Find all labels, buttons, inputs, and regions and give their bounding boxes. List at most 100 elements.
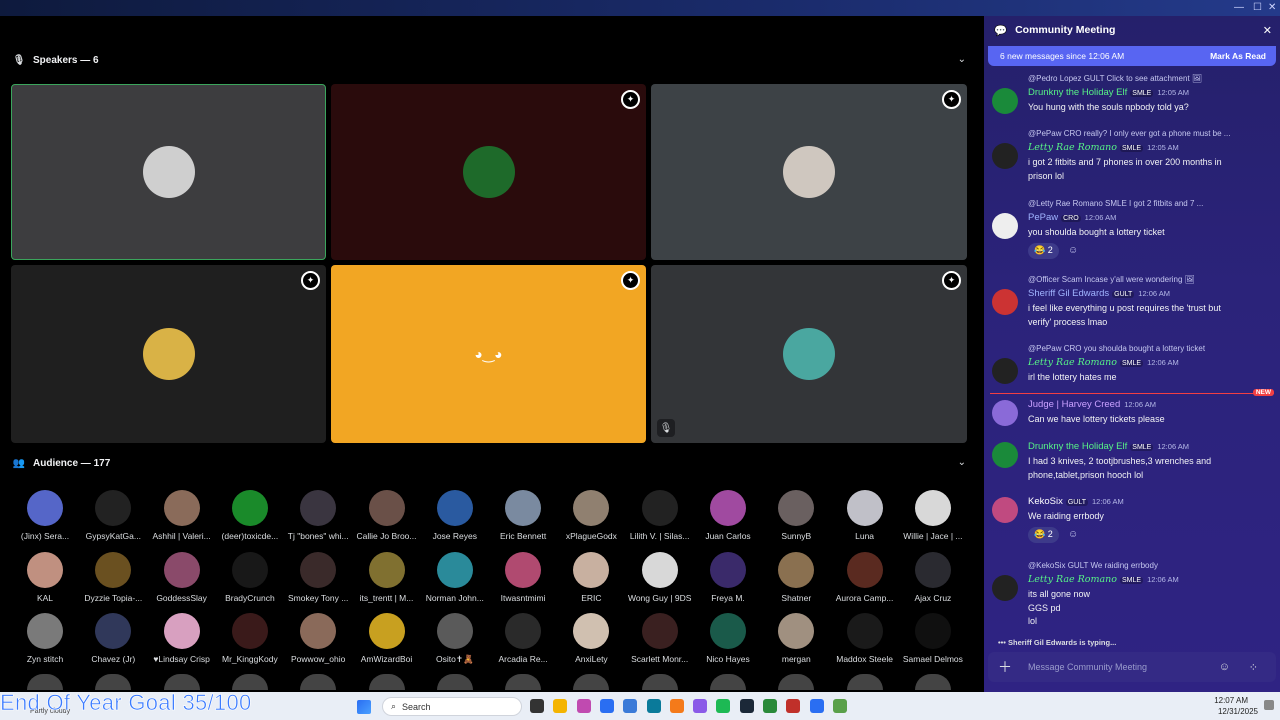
- taskbar-app-icon[interactable]: [599, 699, 614, 713]
- avatar[interactable]: [914, 674, 951, 690]
- audience-member[interactable]: Zyn stitch: [11, 613, 79, 664]
- audience-member[interactable]: Smokey Tony ...: [284, 551, 352, 603]
- author-name[interactable]: Judge | Harvey Creed: [1028, 399, 1120, 410]
- audience-member[interactable]: Nico Hayes: [694, 613, 762, 664]
- audience-header[interactable]: 👥 Audience — 177: [12, 453, 111, 473]
- speaker-tile[interactable]: ✦: [331, 84, 646, 260]
- taskbar-app-icon[interactable]: [739, 699, 754, 713]
- audience-member[interactable]: Wong Guy | 9DS: [626, 551, 694, 603]
- chevron-down-icon[interactable]: ⌄: [958, 54, 966, 65]
- avatar[interactable]: [992, 497, 1018, 523]
- avatar[interactable]: [95, 674, 132, 690]
- avatar[interactable]: [992, 88, 1018, 114]
- audience-member[interactable]: Osito✝🧸: [421, 613, 489, 665]
- audience-member[interactable]: Jose Reyes: [421, 490, 489, 541]
- audience-member[interactable]: GypsyKatGa...: [79, 490, 147, 541]
- author-name[interactable]: Letty Rae Romano: [1028, 357, 1117, 368]
- stream-options-icon[interactable]: ✦: [301, 271, 320, 290]
- message-input[interactable]: Message Community Meeting: [1028, 662, 1147, 672]
- audience-member[interactable]: Tj "bones" whi...: [284, 490, 352, 541]
- message-author[interactable]: Judge | Harvey Creed 12:06 AM: [1028, 399, 1156, 410]
- audience-member[interactable]: AmWizardBoi: [353, 613, 421, 664]
- speakers-header[interactable]: 🎙 Speakers — 6: [12, 50, 99, 70]
- reaction-pill[interactable]: 😂 2: [1028, 242, 1059, 259]
- taskbar-app-icon[interactable]: [553, 699, 568, 713]
- notification-icon[interactable]: [1264, 700, 1274, 710]
- avatar[interactable]: [992, 442, 1018, 468]
- author-name[interactable]: Drunkny the Holiday Elf: [1028, 87, 1127, 98]
- author-name[interactable]: PePaw: [1028, 212, 1058, 223]
- audience-member[interactable]: Dyzzie Topia-...: [79, 551, 147, 603]
- audience-member[interactable]: Juan Carlos: [694, 490, 762, 541]
- audience-member[interactable]: Willie | Jace | ...: [899, 490, 967, 541]
- avatar[interactable]: [992, 400, 1018, 426]
- audience-member[interactable]: Norman John...: [421, 551, 489, 603]
- audience-member[interactable]: Lilith V. | Silas...: [626, 490, 694, 541]
- close-window-icon[interactable]: ✕: [1268, 2, 1276, 13]
- audience-member[interactable]: Maddox Steele: [831, 613, 899, 664]
- avatar[interactable]: [846, 674, 883, 690]
- audience-member[interactable]: mergan: [762, 613, 830, 664]
- taskbar-app-icon[interactable]: [832, 699, 847, 713]
- audience-member[interactable]: SunnyB: [762, 490, 830, 541]
- audience-member[interactable]: Samael Delmos: [899, 613, 967, 664]
- audience-member[interactable]: Scarlett Monr...: [626, 613, 694, 664]
- avatar[interactable]: [778, 674, 815, 690]
- stream-options-icon[interactable]: ✦: [621, 90, 640, 109]
- taskbar-search[interactable]: ⌕ Search: [382, 697, 522, 716]
- add-reaction-icon[interactable]: ☺: [1068, 529, 1078, 540]
- new-messages-bar[interactable]: 6 new messages since 12:06 AM Mark As Re…: [988, 46, 1276, 66]
- avatar[interactable]: [992, 213, 1018, 239]
- avatar[interactable]: [573, 674, 610, 690]
- message-author[interactable]: PePaw CRO 12:06 AM: [1028, 212, 1116, 223]
- close-icon[interactable]: ✕: [1263, 24, 1272, 37]
- emoji-icon[interactable]: ☺: [1219, 661, 1230, 673]
- audience-member[interactable]: Luna: [831, 490, 899, 541]
- reply-reference[interactable]: @Letty Rae Romano SMLE I got 2 fitbits a…: [1028, 199, 1274, 208]
- audience-member[interactable]: ERIC: [557, 551, 625, 603]
- minimize-icon[interactable]: —: [1234, 2, 1244, 13]
- speaker-tile[interactable]: ✦ 🎙: [651, 265, 967, 443]
- message-author[interactable]: Letty Rae Romano SMLE 12:05 AM: [1028, 142, 1179, 153]
- audience-member[interactable]: Freya M.: [694, 551, 762, 603]
- speaker-tile[interactable]: ✦: [651, 84, 967, 260]
- audience-member[interactable]: Arcadia Re...: [489, 613, 557, 664]
- audience-member[interactable]: BradyCrunch: [216, 551, 284, 603]
- author-name[interactable]: KekoSix: [1028, 496, 1063, 507]
- speaker-tile[interactable]: ✦: [11, 265, 326, 443]
- author-name[interactable]: Sheriff Gil Edwards: [1028, 288, 1109, 299]
- mark-as-read-button[interactable]: Mark As Read: [1210, 51, 1266, 61]
- audience-member[interactable]: Aurora Camp...: [831, 551, 899, 603]
- reply-reference[interactable]: @KekoSix GULT We raiding errbody: [1028, 561, 1274, 570]
- taskbar-app-icon[interactable]: [669, 699, 684, 713]
- avatar[interactable]: [992, 143, 1018, 169]
- audience-member[interactable]: Powwow_ohio: [284, 613, 352, 664]
- message-author[interactable]: Drunkny the Holiday Elf SMLE 12:05 AM: [1028, 87, 1189, 98]
- avatar[interactable]: [992, 575, 1018, 601]
- author-name[interactable]: Letty Rae Romano: [1028, 574, 1117, 585]
- audience-member[interactable]: Callie Jo Broo...: [353, 490, 421, 541]
- add-reaction-icon[interactable]: ☺: [1068, 245, 1078, 256]
- message-author[interactable]: KekoSix GULT 12:06 AM: [1028, 496, 1124, 507]
- add-attachment-icon[interactable]: ＋: [998, 657, 1012, 677]
- avatar[interactable]: [300, 674, 337, 690]
- reply-reference[interactable]: @Officer Scam Incase y'all were wonderin…: [1028, 275, 1274, 284]
- audience-member[interactable]: Mr_KinggKody: [216, 613, 284, 664]
- audience-member[interactable]: AnxiLety: [557, 613, 625, 664]
- taskbar-app-icon[interactable]: [716, 699, 731, 713]
- taskbar-app-icon[interactable]: [809, 699, 824, 713]
- avatar[interactable]: [710, 674, 746, 690]
- avatar[interactable]: [436, 674, 473, 690]
- chevron-down-icon[interactable]: ⌄: [958, 457, 966, 468]
- message-author[interactable]: Letty Rae Romano SMLE 12:06 AM: [1028, 574, 1179, 585]
- stream-options-icon[interactable]: ✦: [942, 90, 961, 109]
- taskbar-app-icon[interactable]: [623, 699, 638, 713]
- reply-reference[interactable]: @Pedro Lopez GULT Click to see attachmen…: [1028, 74, 1274, 83]
- audience-member[interactable]: Ajax Cruz: [899, 551, 967, 603]
- avatar[interactable]: [505, 674, 542, 690]
- taskbar-app-icon[interactable]: [646, 699, 661, 713]
- avatar[interactable]: [368, 674, 405, 690]
- avatar[interactable]: [163, 674, 200, 690]
- audience-member[interactable]: Chavez (Jr): [79, 613, 147, 664]
- speaker-tile[interactable]: [11, 84, 326, 260]
